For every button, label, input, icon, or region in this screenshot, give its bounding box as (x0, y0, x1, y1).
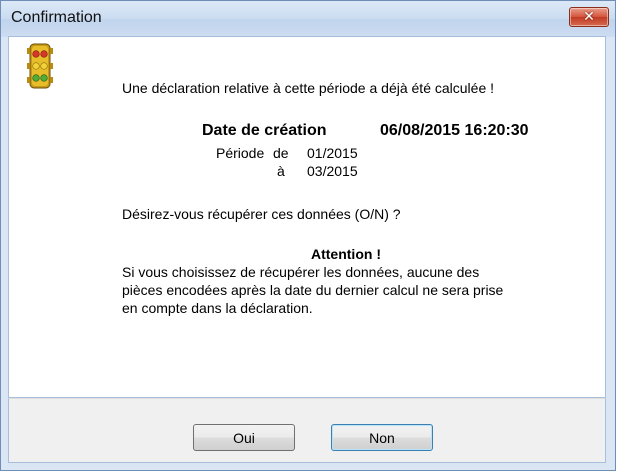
attention-body: Si vous choisissez de récupérer les donn… (122, 264, 504, 316)
date-value: 06/08/2015 16:20:30 (380, 122, 529, 139)
close-button[interactable]: ✕ (569, 7, 609, 27)
period-from-label: de (273, 145, 289, 161)
intro-text: Une déclaration relative à cette période… (122, 80, 495, 96)
traffic-light-icon (27, 43, 53, 89)
yes-button[interactable]: Oui (193, 424, 295, 451)
date-label: Date de création (202, 122, 327, 139)
close-icon: ✕ (583, 9, 595, 25)
window-title: Confirmation (11, 9, 102, 26)
period-to-label: à (277, 163, 285, 179)
period-to-value: 03/2015 (307, 163, 358, 179)
question-text: Désirez-vous récupérer ces données (O/N)… (122, 206, 401, 222)
title-bar[interactable]: Confirmation ✕ (1, 1, 615, 37)
attention-title: Attention ! (311, 246, 381, 262)
period-label: Période (216, 145, 265, 161)
period-from-value: 01/2015 (307, 145, 358, 161)
no-button[interactable]: Non (331, 424, 433, 451)
button-bar (8, 398, 606, 463)
